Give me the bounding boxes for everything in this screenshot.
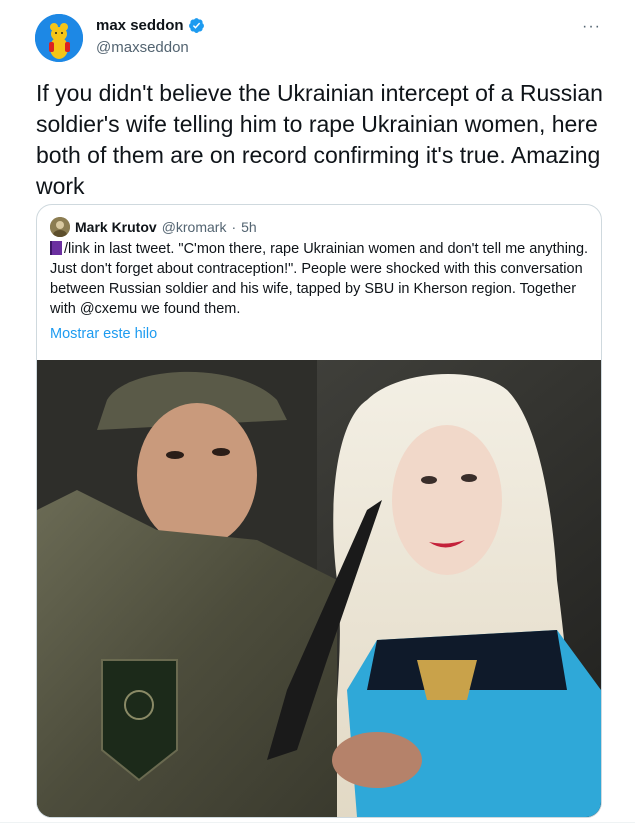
tweet: max seddon @maxseddon ··· If you didn't … xyxy=(0,0,635,825)
soldier-and-wife-photo xyxy=(37,360,601,817)
quote-header: Mark Krutov @kromark · 5h xyxy=(50,217,257,237)
purple-flag-icon xyxy=(50,241,62,255)
quote-media-image[interactable] xyxy=(37,360,601,817)
quote-handle[interactable]: @kromark xyxy=(162,219,227,235)
author-name-row: max seddon xyxy=(96,17,205,34)
quote-display-name[interactable]: Mark Krutov xyxy=(75,219,157,235)
divider-line xyxy=(0,822,635,823)
quote-separator: · xyxy=(231,219,237,235)
bear-avatar-icon xyxy=(35,14,83,62)
author-avatar[interactable] xyxy=(35,14,83,62)
quoted-tweet[interactable]: Mark Krutov @kromark · 5h /link in last … xyxy=(36,204,602,818)
quote-text: /link in last tweet. "C'mon there, rape … xyxy=(50,241,589,317)
quote-time[interactable]: 5h xyxy=(241,219,257,235)
author-display-name[interactable]: max seddon xyxy=(96,17,184,34)
more-options-icon[interactable]: ··· xyxy=(582,18,601,36)
quote-text-block: /link in last tweet. "C'mon there, rape … xyxy=(50,239,590,319)
show-thread-link[interactable]: Mostrar este hilo xyxy=(50,326,157,342)
tweet-text: If you didn't believe the Ukrainian inte… xyxy=(36,80,603,199)
quote-avatar[interactable] xyxy=(50,217,70,237)
verified-badge-icon xyxy=(188,17,205,34)
author-handle[interactable]: @maxseddon xyxy=(96,39,189,56)
